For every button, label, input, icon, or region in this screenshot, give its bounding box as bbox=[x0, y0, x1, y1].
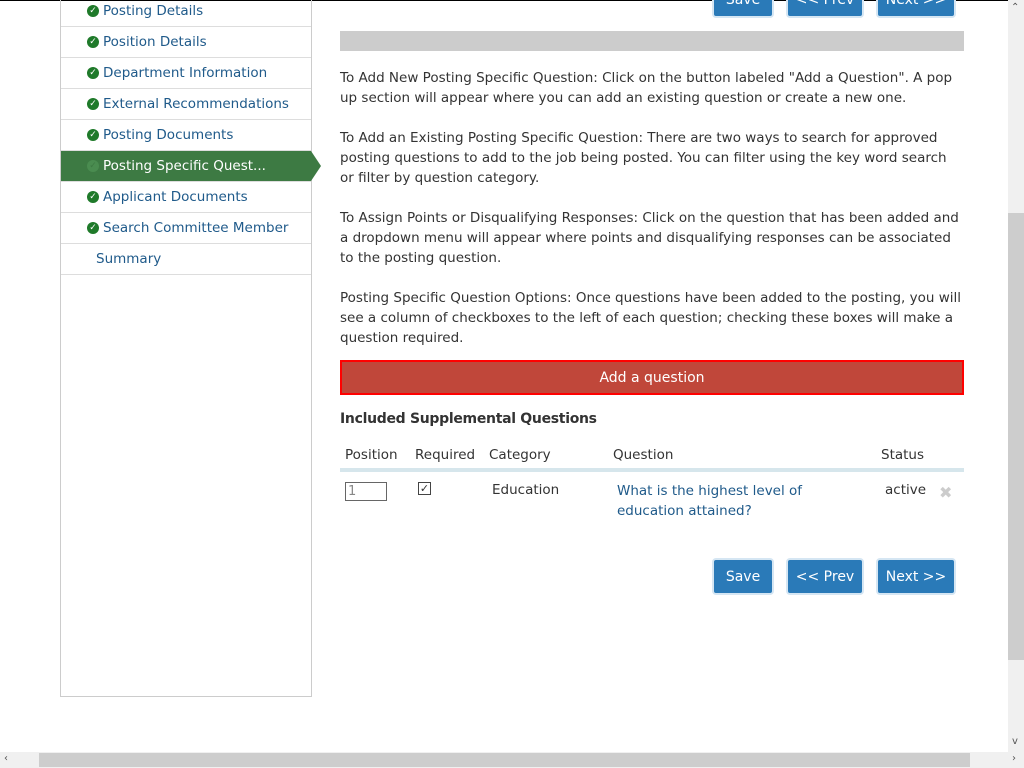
sidebar-item-label: Search Committee Member bbox=[103, 220, 289, 236]
check-circle-icon: ✓ bbox=[87, 98, 99, 110]
sidebar-item-label: External Recommendations bbox=[103, 96, 289, 112]
bottom-button-bar: Save << Prev Next >> bbox=[712, 558, 960, 595]
remove-icon[interactable]: ✖ bbox=[939, 483, 952, 502]
sidebar-item-posting-documents[interactable]: ✓ Posting Documents bbox=[61, 120, 311, 151]
sidebar-item-label: Posting Documents bbox=[103, 127, 234, 143]
sidebar-item-label: Posting Specific Quest... bbox=[103, 158, 266, 174]
sidebar-item-external-recommendations[interactable]: ✓ External Recommendations bbox=[61, 89, 311, 120]
table-header: Position Required Category Question Stat… bbox=[340, 446, 964, 472]
column-header-position: Position bbox=[345, 447, 398, 463]
save-button[interactable]: Save bbox=[712, 558, 774, 595]
horizontal-scrollbar[interactable]: ‹ › bbox=[0, 752, 1024, 768]
sidebar-item-department-information[interactable]: ✓ Department Information bbox=[61, 58, 311, 89]
scroll-up-icon[interactable]: ⌃ bbox=[1011, 2, 1019, 13]
scroll-right-icon[interactable]: › bbox=[1012, 753, 1016, 764]
horizontal-scroll-thumb[interactable] bbox=[39, 753, 970, 767]
instruction-assign-points: To Assign Points or Disqualifying Respon… bbox=[340, 210, 959, 266]
column-header-question: Question bbox=[613, 447, 674, 463]
vertical-scroll-thumb[interactable] bbox=[1008, 213, 1024, 660]
scroll-left-icon[interactable]: ‹ bbox=[4, 753, 8, 764]
section-title: Included Supplemental Questions bbox=[340, 411, 597, 427]
prev-button[interactable]: << Prev bbox=[786, 558, 864, 595]
instruction-add-existing: To Add an Existing Posting Specific Ques… bbox=[340, 130, 947, 186]
sidebar-item-label: Applicant Documents bbox=[103, 189, 248, 205]
vertical-scrollbar[interactable]: ⌃ v bbox=[1008, 0, 1024, 752]
check-circle-icon: ✓ bbox=[87, 36, 99, 48]
question-link[interactable]: What is the highest level of education a… bbox=[617, 481, 857, 521]
required-checkbox[interactable]: ✓ bbox=[418, 482, 431, 495]
scroll-down-icon[interactable]: v bbox=[1012, 736, 1018, 747]
check-circle-icon: ✓ bbox=[87, 160, 99, 172]
sidebar-item-label: Summary bbox=[96, 251, 162, 267]
sidebar-item-posting-specific-questions[interactable]: ✓ Posting Specific Quest... bbox=[61, 151, 321, 182]
next-button-top[interactable]: Next >> bbox=[876, 0, 956, 18]
instruction-add-new: To Add New Posting Specific Question: Cl… bbox=[340, 70, 953, 106]
top-button-bar: Save << Prev Next >> bbox=[712, 0, 960, 18]
check-circle-icon: ✓ bbox=[87, 222, 99, 234]
sidebar-nav: ✓ Posting Details ✓ Position Details ✓ Depa… bbox=[60, 0, 321, 697]
sidebar-item-summary[interactable]: Summary bbox=[61, 244, 311, 275]
column-header-status: Status bbox=[881, 447, 925, 463]
position-input[interactable] bbox=[345, 482, 387, 501]
add-question-button[interactable]: Add a question bbox=[340, 360, 964, 395]
category-cell: Education bbox=[492, 482, 560, 498]
status-cell: active bbox=[885, 482, 927, 498]
section-header-bar bbox=[340, 31, 964, 51]
save-button-top[interactable]: Save bbox=[712, 0, 774, 18]
column-header-category: Category bbox=[489, 447, 551, 463]
sidebar-item-label: Department Information bbox=[103, 65, 268, 81]
check-circle-icon: ✓ bbox=[87, 67, 99, 79]
sidebar-item-posting-details[interactable]: ✓ Posting Details bbox=[61, 0, 311, 27]
check-circle-icon: ✓ bbox=[87, 191, 99, 203]
check-circle-icon: ✓ bbox=[87, 129, 99, 141]
sidebar-item-position-details[interactable]: ✓ Position Details bbox=[61, 27, 311, 58]
prev-button-top[interactable]: << Prev bbox=[786, 0, 864, 18]
sidebar-item-applicant-documents[interactable]: ✓ Applicant Documents bbox=[61, 182, 311, 213]
next-button[interactable]: Next >> bbox=[876, 558, 956, 595]
sidebar-item-label: Position Details bbox=[103, 34, 207, 50]
instruction-options: Posting Specific Question Options: Once … bbox=[340, 290, 962, 346]
sidebar-item-label: Posting Details bbox=[103, 3, 204, 19]
sidebar-item-search-committee-member[interactable]: ✓ Search Committee Member bbox=[61, 213, 311, 244]
check-circle-icon: ✓ bbox=[87, 5, 99, 17]
column-header-required: Required bbox=[415, 447, 476, 463]
